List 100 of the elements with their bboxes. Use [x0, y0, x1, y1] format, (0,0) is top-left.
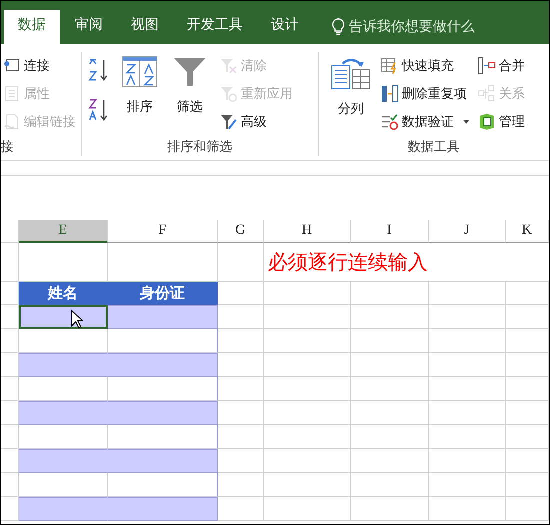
table-header-cell: 姓名	[19, 282, 108, 305]
grid-cell[interactable]	[264, 377, 351, 401]
ribbon-tab[interactable]: 审阅	[62, 10, 116, 44]
grid-cell[interactable]	[429, 329, 506, 353]
grid-cell[interactable]	[351, 377, 429, 401]
grid-cell[interactable]	[429, 377, 506, 401]
grid-cell[interactable]	[218, 473, 264, 497]
ribbon-tab[interactable]: 数据	[4, 10, 60, 44]
grid-cell[interactable]	[218, 401, 264, 425]
grid-cell[interactable]	[351, 425, 429, 449]
grid-cell[interactable]	[218, 353, 264, 377]
ribbon-button[interactable]: 筛选	[166, 52, 214, 120]
table-cell[interactable]	[19, 473, 108, 497]
table-cell[interactable]	[19, 329, 108, 353]
grid-cell[interactable]	[264, 425, 351, 449]
grid-cell[interactable]	[506, 353, 549, 377]
sort-descending-icon[interactable]	[88, 98, 110, 122]
group-label: 排序和筛选	[166, 139, 234, 156]
grid-cell[interactable]	[218, 377, 264, 401]
grid-cell[interactable]	[351, 449, 429, 473]
grid-cell[interactable]	[429, 282, 506, 305]
grid-cell[interactable]	[218, 449, 264, 473]
grid-cell[interactable]	[506, 473, 549, 497]
chain-icon	[3, 113, 21, 131]
grid-cell[interactable]	[506, 329, 549, 353]
grid-cell[interactable]	[506, 497, 549, 521]
ribbon-button[interactable]: 删除重复项	[377, 80, 474, 108]
grid-cell[interactable]	[264, 282, 351, 305]
tell-me-field[interactable]: 告诉我你想要做什么	[349, 19, 499, 35]
grid-cell[interactable]	[351, 401, 429, 425]
grid-cell[interactable]	[264, 329, 351, 353]
column-header[interactable]: I	[351, 220, 429, 243]
ribbon-button[interactable]: 管理	[474, 108, 529, 136]
grid-cell[interactable]	[429, 497, 506, 521]
grid-cell[interactable]	[429, 353, 506, 377]
grid-cell[interactable]	[429, 473, 506, 497]
column-header[interactable]: G	[218, 220, 264, 243]
grid-cell[interactable]	[429, 401, 506, 425]
grid-cell[interactable]	[264, 497, 351, 521]
grid-cell[interactable]	[218, 243, 264, 282]
grid-cell[interactable]	[506, 401, 549, 425]
grid-cell[interactable]	[264, 401, 351, 425]
relationship-icon	[478, 85, 496, 103]
grid-cell[interactable]	[218, 282, 264, 305]
grid-cell[interactable]	[506, 377, 549, 401]
grid-cell[interactable]	[351, 473, 429, 497]
table-cell[interactable]	[19, 353, 108, 377]
split-columns-icon	[331, 56, 371, 90]
grid-cell[interactable]	[351, 282, 429, 305]
grid-cell[interactable]	[264, 473, 351, 497]
grid-cell[interactable]	[506, 449, 549, 473]
ribbon-tab[interactable]: 设计	[258, 10, 312, 44]
sort-icon	[122, 56, 158, 88]
remove-duplicates-icon	[381, 85, 399, 103]
column-header[interactable]: E	[19, 220, 108, 243]
lightbulb-icon	[332, 18, 345, 36]
sort-ascending-icon[interactable]	[88, 58, 110, 82]
grid-cell[interactable]	[351, 305, 429, 329]
column-header[interactable]: K	[506, 220, 549, 243]
grid-cell[interactable]	[351, 497, 429, 521]
ribbon-tab[interactable]: 视图	[118, 10, 172, 44]
table-cell[interactable]	[19, 401, 108, 425]
grid-cell[interactable]	[218, 497, 264, 521]
column-header[interactable]: H	[264, 220, 351, 243]
grid-cell[interactable]	[218, 329, 264, 353]
grid-cell[interactable]	[506, 425, 549, 449]
ribbon-button[interactable]: 合并	[474, 52, 529, 80]
note-text: 必须逐行连续输入	[268, 248, 428, 276]
grid-cell[interactable]	[506, 282, 549, 305]
funnel-refresh-icon	[220, 85, 238, 103]
ribbon-button[interactable]: 连接	[1, 52, 80, 80]
grid-cell[interactable]	[264, 449, 351, 473]
ribbon-button[interactable]: 数据验证	[377, 108, 474, 136]
ribbon-button[interactable]: 排序	[116, 52, 164, 120]
table-cell[interactable]	[19, 449, 108, 473]
grid-cell[interactable]	[264, 353, 351, 377]
ribbon-button[interactable]: 高级	[216, 108, 297, 136]
column-header[interactable]: F	[108, 220, 218, 243]
ribbon-button[interactable]: 快速填充	[377, 52, 474, 80]
grid-cell[interactable]	[264, 305, 351, 329]
ribbon-tab[interactable]: 开发工具	[174, 10, 256, 44]
grid-cell[interactable]	[351, 329, 429, 353]
grid-cell[interactable]	[218, 305, 264, 329]
grid-cell[interactable]	[429, 425, 506, 449]
group-label: 数据工具	[407, 139, 461, 156]
table-cell[interactable]	[19, 377, 108, 401]
grid-cell[interactable]	[429, 305, 506, 329]
ribbon-button[interactable]: 分列	[325, 52, 377, 122]
grid-cell[interactable]	[429, 449, 506, 473]
column-header[interactable]: J	[429, 220, 506, 243]
funnel-pencil-icon	[220, 113, 238, 131]
checklist-icon	[381, 113, 399, 131]
table-cell[interactable]	[19, 497, 108, 521]
row-header[interactable]	[1, 243, 19, 282]
grid-cell[interactable]	[351, 353, 429, 377]
grid-cell[interactable]	[218, 425, 264, 449]
table-cell[interactable]	[19, 305, 108, 329]
flash-fill-icon	[381, 57, 399, 75]
grid-cell[interactable]	[506, 305, 549, 329]
table-cell[interactable]	[19, 425, 108, 449]
